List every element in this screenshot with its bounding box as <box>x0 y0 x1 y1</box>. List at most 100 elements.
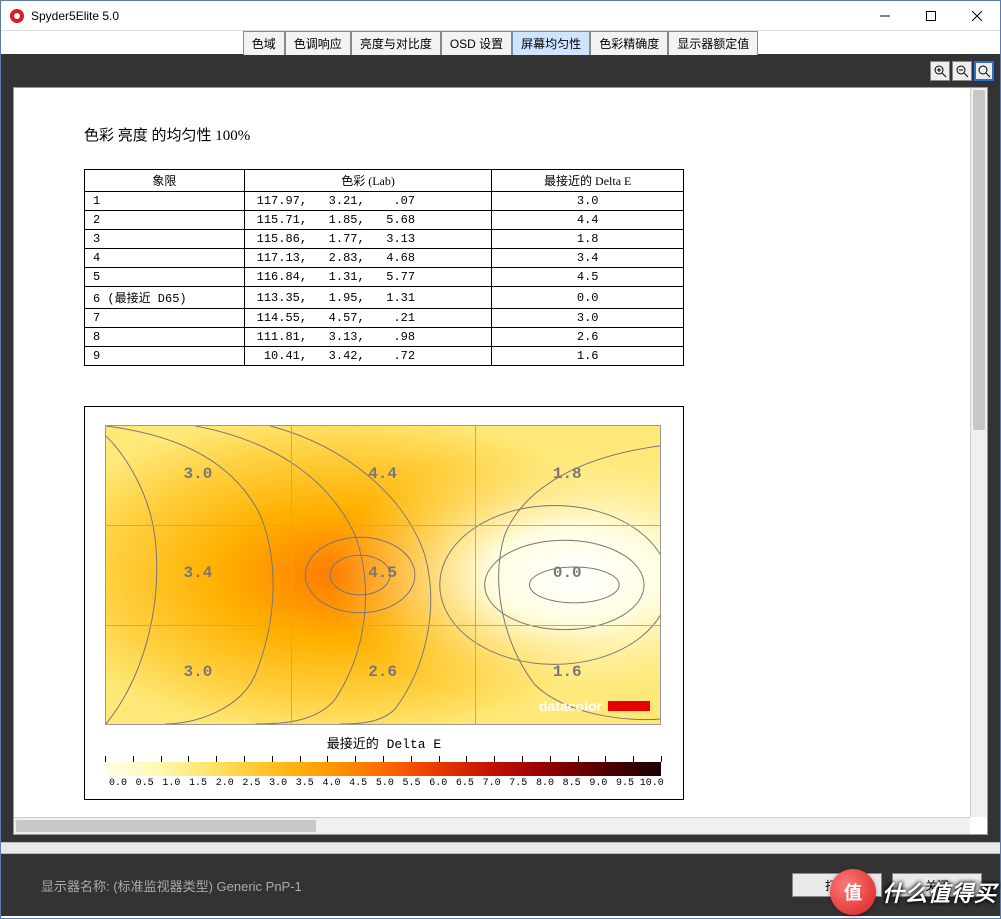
cell-deltae: 4.5 <box>492 268 684 287</box>
cell-quadrant: 8 <box>85 328 245 347</box>
vertical-scrollbar[interactable] <box>970 88 987 817</box>
colorbar-tick-label: 7.5 <box>505 778 531 789</box>
table-row: 8111.81, 3.13, .982.6 <box>85 328 684 347</box>
cell-lab: 114.55, 4.57, .21 <box>244 309 492 328</box>
tab-tone[interactable]: 色调响应 <box>285 31 351 55</box>
colorbar-tick-label: 4.5 <box>345 778 371 789</box>
heatmap-panel: 3.0 4.4 1.8 3.4 4.5 0.0 3.0 2.6 1.6 datacolor 最接… <box>84 406 684 800</box>
maximize-button[interactable] <box>908 1 954 31</box>
table-row: 7114.55, 4.57, .213.0 <box>85 309 684 328</box>
cell-quadrant: 4 <box>85 249 245 268</box>
col-deltae: 最接近的 Delta E <box>492 170 684 192</box>
colorbar-tick-label: 6.0 <box>425 778 451 789</box>
colorbar <box>105 762 661 776</box>
cell-lab: 116.84, 1.31, 5.77 <box>244 268 492 287</box>
cell-quadrant: 9 <box>85 347 245 366</box>
heatmap-value: 3.4 <box>184 564 213 582</box>
heatmap-value: 3.0 <box>184 663 213 681</box>
colorbar-tick-label: 5.0 <box>372 778 398 789</box>
print-button[interactable]: 打印 <box>792 873 882 897</box>
colorbar-tick-label: 3.5 <box>292 778 318 789</box>
app-icon <box>9 8 25 24</box>
heatmap-value: 0.0 <box>553 564 582 582</box>
cell-lab: 117.13, 2.83, 4.68 <box>244 249 492 268</box>
cell-deltae: 3.0 <box>492 309 684 328</box>
zoom-toolbar <box>930 61 994 81</box>
cell-quadrant: 1 <box>85 192 245 211</box>
cell-deltae: 3.0 <box>492 192 684 211</box>
colorbar-tick-label: 5.5 <box>399 778 425 789</box>
tab-brightness[interactable]: 亮度与对比度 <box>351 31 441 55</box>
heatmap-value: 3.0 <box>184 465 213 483</box>
cell-quadrant: 6 (最接近 D65) <box>85 287 245 309</box>
cell-lab: 113.35, 1.95, 1.31 <box>244 287 492 309</box>
colorbar-tick-label: 8.5 <box>559 778 585 789</box>
colorbar-tick-label: 0.5 <box>132 778 158 789</box>
cell-deltae: 2.6 <box>492 328 684 347</box>
report-page: 色彩 亮度 的均匀性 100% 象限 色彩 (Lab) 最接近的 Delta E… <box>13 87 988 835</box>
cell-lab: 111.81, 3.13, .98 <box>244 328 492 347</box>
close-page-button[interactable]: 关闭 <box>892 873 982 897</box>
cell-lab: 115.86, 1.77, 3.13 <box>244 230 492 249</box>
monitor-label: 显示器名称: (标准监视器类型) Generic PnP-1 <box>41 876 302 895</box>
heatmap-value: 4.4 <box>368 465 397 483</box>
titlebar: Spyder5Elite 5.0 <box>1 1 1000 31</box>
tab-osd[interactable]: OSD 设置 <box>441 31 512 55</box>
heatmap: 3.0 4.4 1.8 3.4 4.5 0.0 3.0 2.6 1.6 datacolor <box>105 425 661 725</box>
cell-deltae: 3.4 <box>492 249 684 268</box>
colorbar-tick-label: 2.0 <box>212 778 238 789</box>
colorbar-tick-label: 9.5 <box>612 778 638 789</box>
datacolor-logo: datacolor <box>539 698 650 714</box>
colorbar-tick-label: 8.0 <box>532 778 558 789</box>
heatmap-value: 4.5 <box>368 564 397 582</box>
colorbar-tick-label: 1.0 <box>158 778 184 789</box>
zoom-in-button[interactable] <box>930 61 950 81</box>
cell-lab: 117.97, 3.21, .07 <box>244 192 492 211</box>
cell-quadrant: 5 <box>85 268 245 287</box>
table-row: 2115.71, 1.85, 5.684.4 <box>85 211 684 230</box>
colorbar-tick-label: 6.5 <box>452 778 478 789</box>
heatmap-value: 1.8 <box>553 465 582 483</box>
table-row: 3115.86, 1.77, 3.131.8 <box>85 230 684 249</box>
table-row: 4117.13, 2.83, 4.683.4 <box>85 249 684 268</box>
colorbar-tick-label: 0.0 <box>105 778 131 789</box>
table-row: 9 10.41, 3.42, .721.6 <box>85 347 684 366</box>
zoom-fit-button[interactable] <box>974 61 994 81</box>
tab-rating[interactable]: 显示器额定值 <box>668 31 758 55</box>
colorbar-tick-label: 3.0 <box>265 778 291 789</box>
cell-deltae: 4.4 <box>492 211 684 230</box>
heatmap-value: 1.6 <box>553 663 582 681</box>
cell-quadrant: 2 <box>85 211 245 230</box>
content-frame: 色彩 亮度 的均匀性 100% 象限 色彩 (Lab) 最接近的 Delta E… <box>1 55 1000 842</box>
close-button[interactable] <box>954 1 1000 31</box>
colorbar-labels: 0.00.51.01.52.02.53.03.54.04.55.05.56.06… <box>105 778 665 789</box>
tab-gamut[interactable]: 色域 <box>243 31 285 55</box>
col-quadrant: 象限 <box>85 170 245 192</box>
footer: 显示器名称: (标准监视器类型) Generic PnP-1 打印 关闭 <box>1 854 1000 916</box>
colorbar-tick-label: 2.5 <box>238 778 264 789</box>
report-title: 色彩 亮度 的均匀性 100% <box>84 124 917 145</box>
table-row: 1117.97, 3.21, .073.0 <box>85 192 684 211</box>
separator <box>1 842 1000 854</box>
table-row: 5116.84, 1.31, 5.774.5 <box>85 268 684 287</box>
cell-quadrant: 3 <box>85 230 245 249</box>
tab-accuracy[interactable]: 色彩精确度 <box>590 31 668 55</box>
colorbar-tick-label: 7.0 <box>479 778 505 789</box>
cell-deltae: 1.6 <box>492 347 684 366</box>
table-row: 6 (最接近 D65)113.35, 1.95, 1.310.0 <box>85 287 684 309</box>
minimize-button[interactable] <box>862 1 908 31</box>
tab-uniformity[interactable]: 屏幕均匀性 <box>512 31 590 55</box>
uniformity-table: 象限 色彩 (Lab) 最接近的 Delta E 1117.97, 3.21, … <box>84 169 684 366</box>
colorbar-tick-label: 4.0 <box>319 778 345 789</box>
zoom-out-button[interactable] <box>952 61 972 81</box>
col-lab: 色彩 (Lab) <box>244 170 492 192</box>
heatmap-caption: 最接近的 Delta E <box>105 733 663 752</box>
cell-lab: 10.41, 3.42, .72 <box>244 347 492 366</box>
cell-lab: 115.71, 1.85, 5.68 <box>244 211 492 230</box>
horizontal-scrollbar[interactable] <box>14 817 970 834</box>
colorbar-ticks <box>105 756 661 762</box>
colorbar-tick-label: 10.0 <box>639 778 665 789</box>
cell-quadrant: 7 <box>85 309 245 328</box>
heatmap-value: 2.6 <box>368 663 397 681</box>
window-title: Spyder5Elite 5.0 <box>31 9 862 23</box>
